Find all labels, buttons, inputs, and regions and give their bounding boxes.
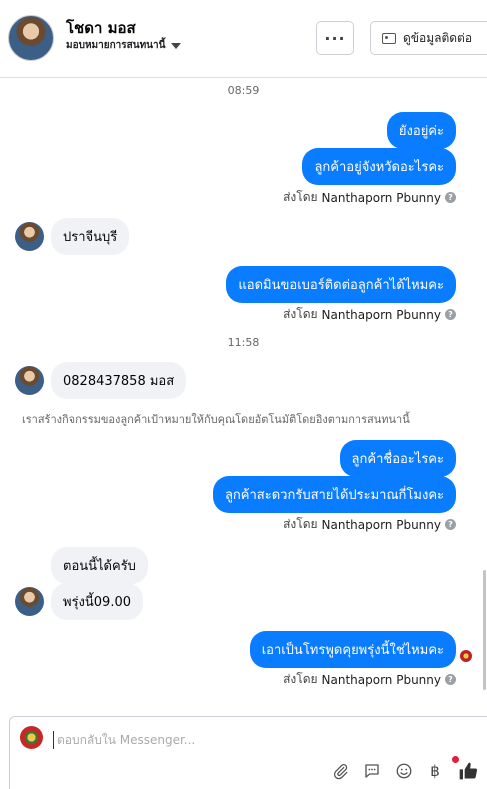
sender-name: Nanthaporn Pbunny <box>321 190 441 205</box>
timestamp: 11:58 <box>227 336 260 349</box>
message-thread[interactable]: 08:59 ยังอยู่ค่ะ ลูกค้าอยู่จังหวัดอะไรคะ… <box>0 78 487 710</box>
speech-bubble-icon[interactable] <box>362 761 382 781</box>
view-contact-info-label: ดูข้อมูลติดต่อ <box>403 30 473 45</box>
sender-name: Nanthaporn Pbunny <box>321 517 441 532</box>
message-outgoing[interactable]: ยังอยู่ค่ะ <box>386 112 456 149</box>
baht-icon[interactable]: ฿ <box>425 761 445 781</box>
contact-avatar-small <box>15 587 44 616</box>
sent-by-prefix: ส่งโดย <box>283 307 318 321</box>
thumbs-up-icon[interactable] <box>458 761 478 781</box>
sent-by-label: ส่งโดย Nanthaporn Pbunny ? <box>283 670 456 689</box>
view-contact-info-button[interactable]: ดูข้อมูลติดต่อ <box>370 21 487 55</box>
conversation-header: โชดา มอส มอบหมายการสนทนานี้ ··· ดูข้อมูล… <box>0 0 487 78</box>
auto-activity-notice: เราสร้างกิจกรรมของลูกค้าเป้าหมายให้กับคุ… <box>22 413 410 426</box>
seen-indicator <box>460 650 472 662</box>
contact-avatar-small <box>15 366 44 395</box>
sender-name: Nanthaporn Pbunny <box>321 307 441 322</box>
contact-name[interactable]: โชดา มอส <box>66 16 136 40</box>
help-icon[interactable]: ? <box>445 309 456 320</box>
help-icon[interactable]: ? <box>445 192 456 203</box>
sent-by-label: ส่งโดย Nanthaporn Pbunny ? <box>283 188 456 207</box>
timestamp: 08:59 <box>227 84 260 97</box>
assign-conversation-dropdown[interactable]: มอบหมายการสนทนานี้ <box>66 38 182 53</box>
paperclip-icon[interactable] <box>330 761 350 781</box>
message-outgoing[interactable]: ลูกค้าชื่ออะไรคะ <box>339 440 456 477</box>
reply-input[interactable] <box>53 731 433 749</box>
message-outgoing[interactable]: แอดมินขอเบอร์ติดต่อลูกค้าได้ไหมคะ <box>226 266 456 303</box>
thread-scrollbar[interactable] <box>483 570 486 690</box>
message-incoming[interactable]: ปราจีนบุรี <box>51 218 130 255</box>
message-outgoing[interactable]: ลูกค้าสะดวกรับสายได้ประมาณกี่โมงคะ <box>212 476 456 513</box>
sent-by-label: ส่งโดย Nanthaporn Pbunny ? <box>283 515 456 534</box>
sender-name: Nanthaporn Pbunny <box>321 672 441 687</box>
message-outgoing[interactable]: เอาเป็นโทรพูดคุยพรุ่งนี้ใช่ไหมคะ <box>249 631 456 668</box>
sent-by-prefix: ส่งโดย <box>283 190 318 204</box>
page-avatar <box>20 726 43 749</box>
contact-avatar-small <box>15 222 44 251</box>
help-icon[interactable]: ? <box>445 519 456 530</box>
sent-by-prefix: ส่งโดย <box>283 517 318 531</box>
reply-composer: ฿ <box>9 716 487 789</box>
sent-by-label: ส่งโดย Nanthaporn Pbunny ? <box>283 305 456 324</box>
sent-by-prefix: ส่งโดย <box>283 672 318 686</box>
contact-card-icon <box>382 32 396 44</box>
smiley-icon[interactable] <box>394 761 414 781</box>
contact-avatar[interactable] <box>8 15 54 61</box>
message-incoming[interactable]: พรุ่งนี้09.00 <box>51 583 144 620</box>
more-options-button[interactable]: ··· <box>316 21 354 55</box>
message-incoming[interactable]: 0828437858 มอส <box>51 362 187 399</box>
message-outgoing[interactable]: ลูกค้าอยู่จังหวัดอะไรคะ <box>302 148 456 185</box>
message-incoming[interactable]: ตอนนี้ได้ครับ <box>51 547 148 584</box>
help-icon[interactable]: ? <box>445 674 456 685</box>
caret-down-icon <box>171 42 182 49</box>
assign-label: มอบหมายการสนทนานี้ <box>66 40 166 51</box>
